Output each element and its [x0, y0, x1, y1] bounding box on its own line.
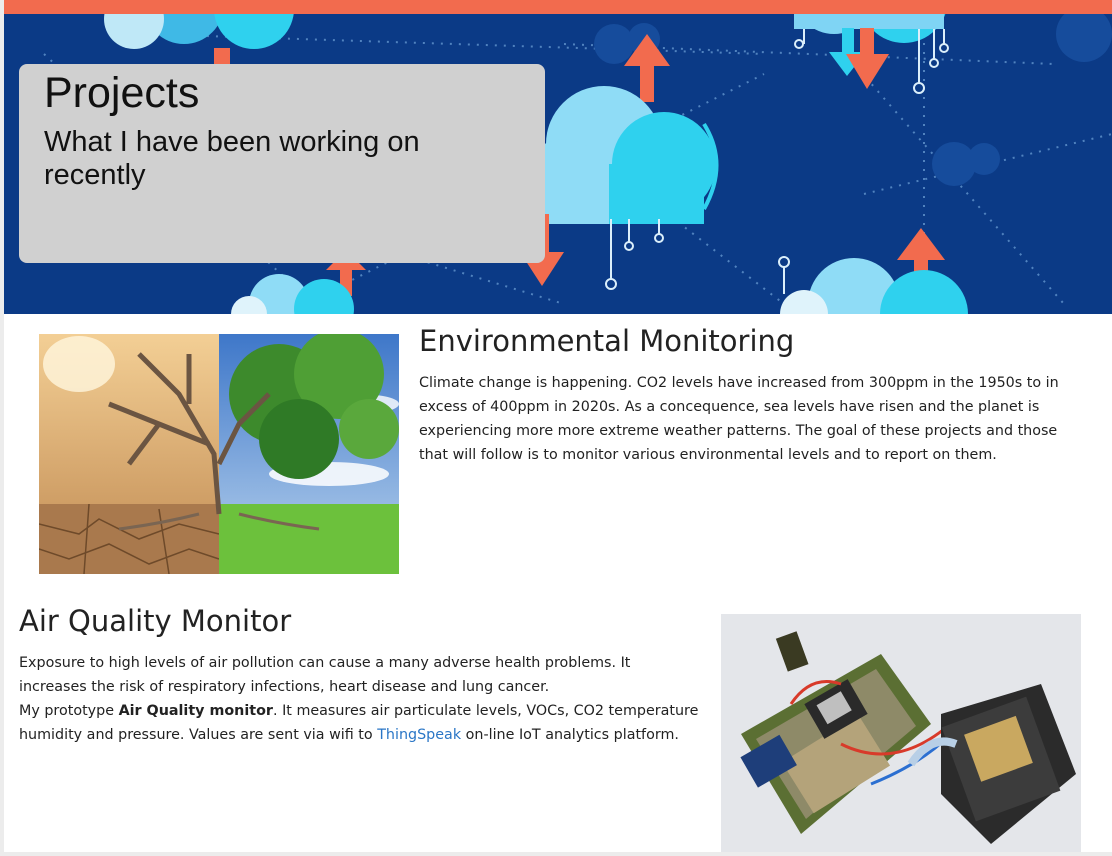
details-suffix: on-line IoT analytics platform. — [461, 727, 679, 743]
air-quality-monitor-bold: Air Quality monitor — [118, 703, 273, 719]
air-quality-details: My prototype Air Quality monitor. It mea… — [19, 699, 699, 747]
thingspeak-link[interactable]: ThingSpeak — [377, 727, 461, 743]
page: Projects What I have been working on rec… — [4, 0, 1112, 852]
hero-banner: Projects What I have been working on rec… — [4, 14, 1112, 314]
section-body-environmental: Climate change is happening. CO2 levels … — [419, 375, 1059, 463]
section-body-air-quality: Exposure to high levels of air pollution… — [19, 651, 699, 747]
hero-title-card: Projects What I have been working on rec… — [19, 64, 545, 263]
details-prefix: My prototype — [19, 703, 119, 719]
air-quality-device-photo — [721, 614, 1081, 852]
page-subtitle: What I have been working on recently — [44, 126, 420, 192]
accent-bar — [4, 0, 1112, 14]
tree-climate-photo — [39, 334, 399, 574]
section-heading-air-quality: Air Quality Monitor — [19, 604, 292, 638]
air-quality-intro: Exposure to high levels of air pollution… — [19, 655, 631, 695]
page-title: Projects — [44, 69, 200, 117]
section-heading-environmental: Environmental Monitoring — [419, 324, 795, 358]
